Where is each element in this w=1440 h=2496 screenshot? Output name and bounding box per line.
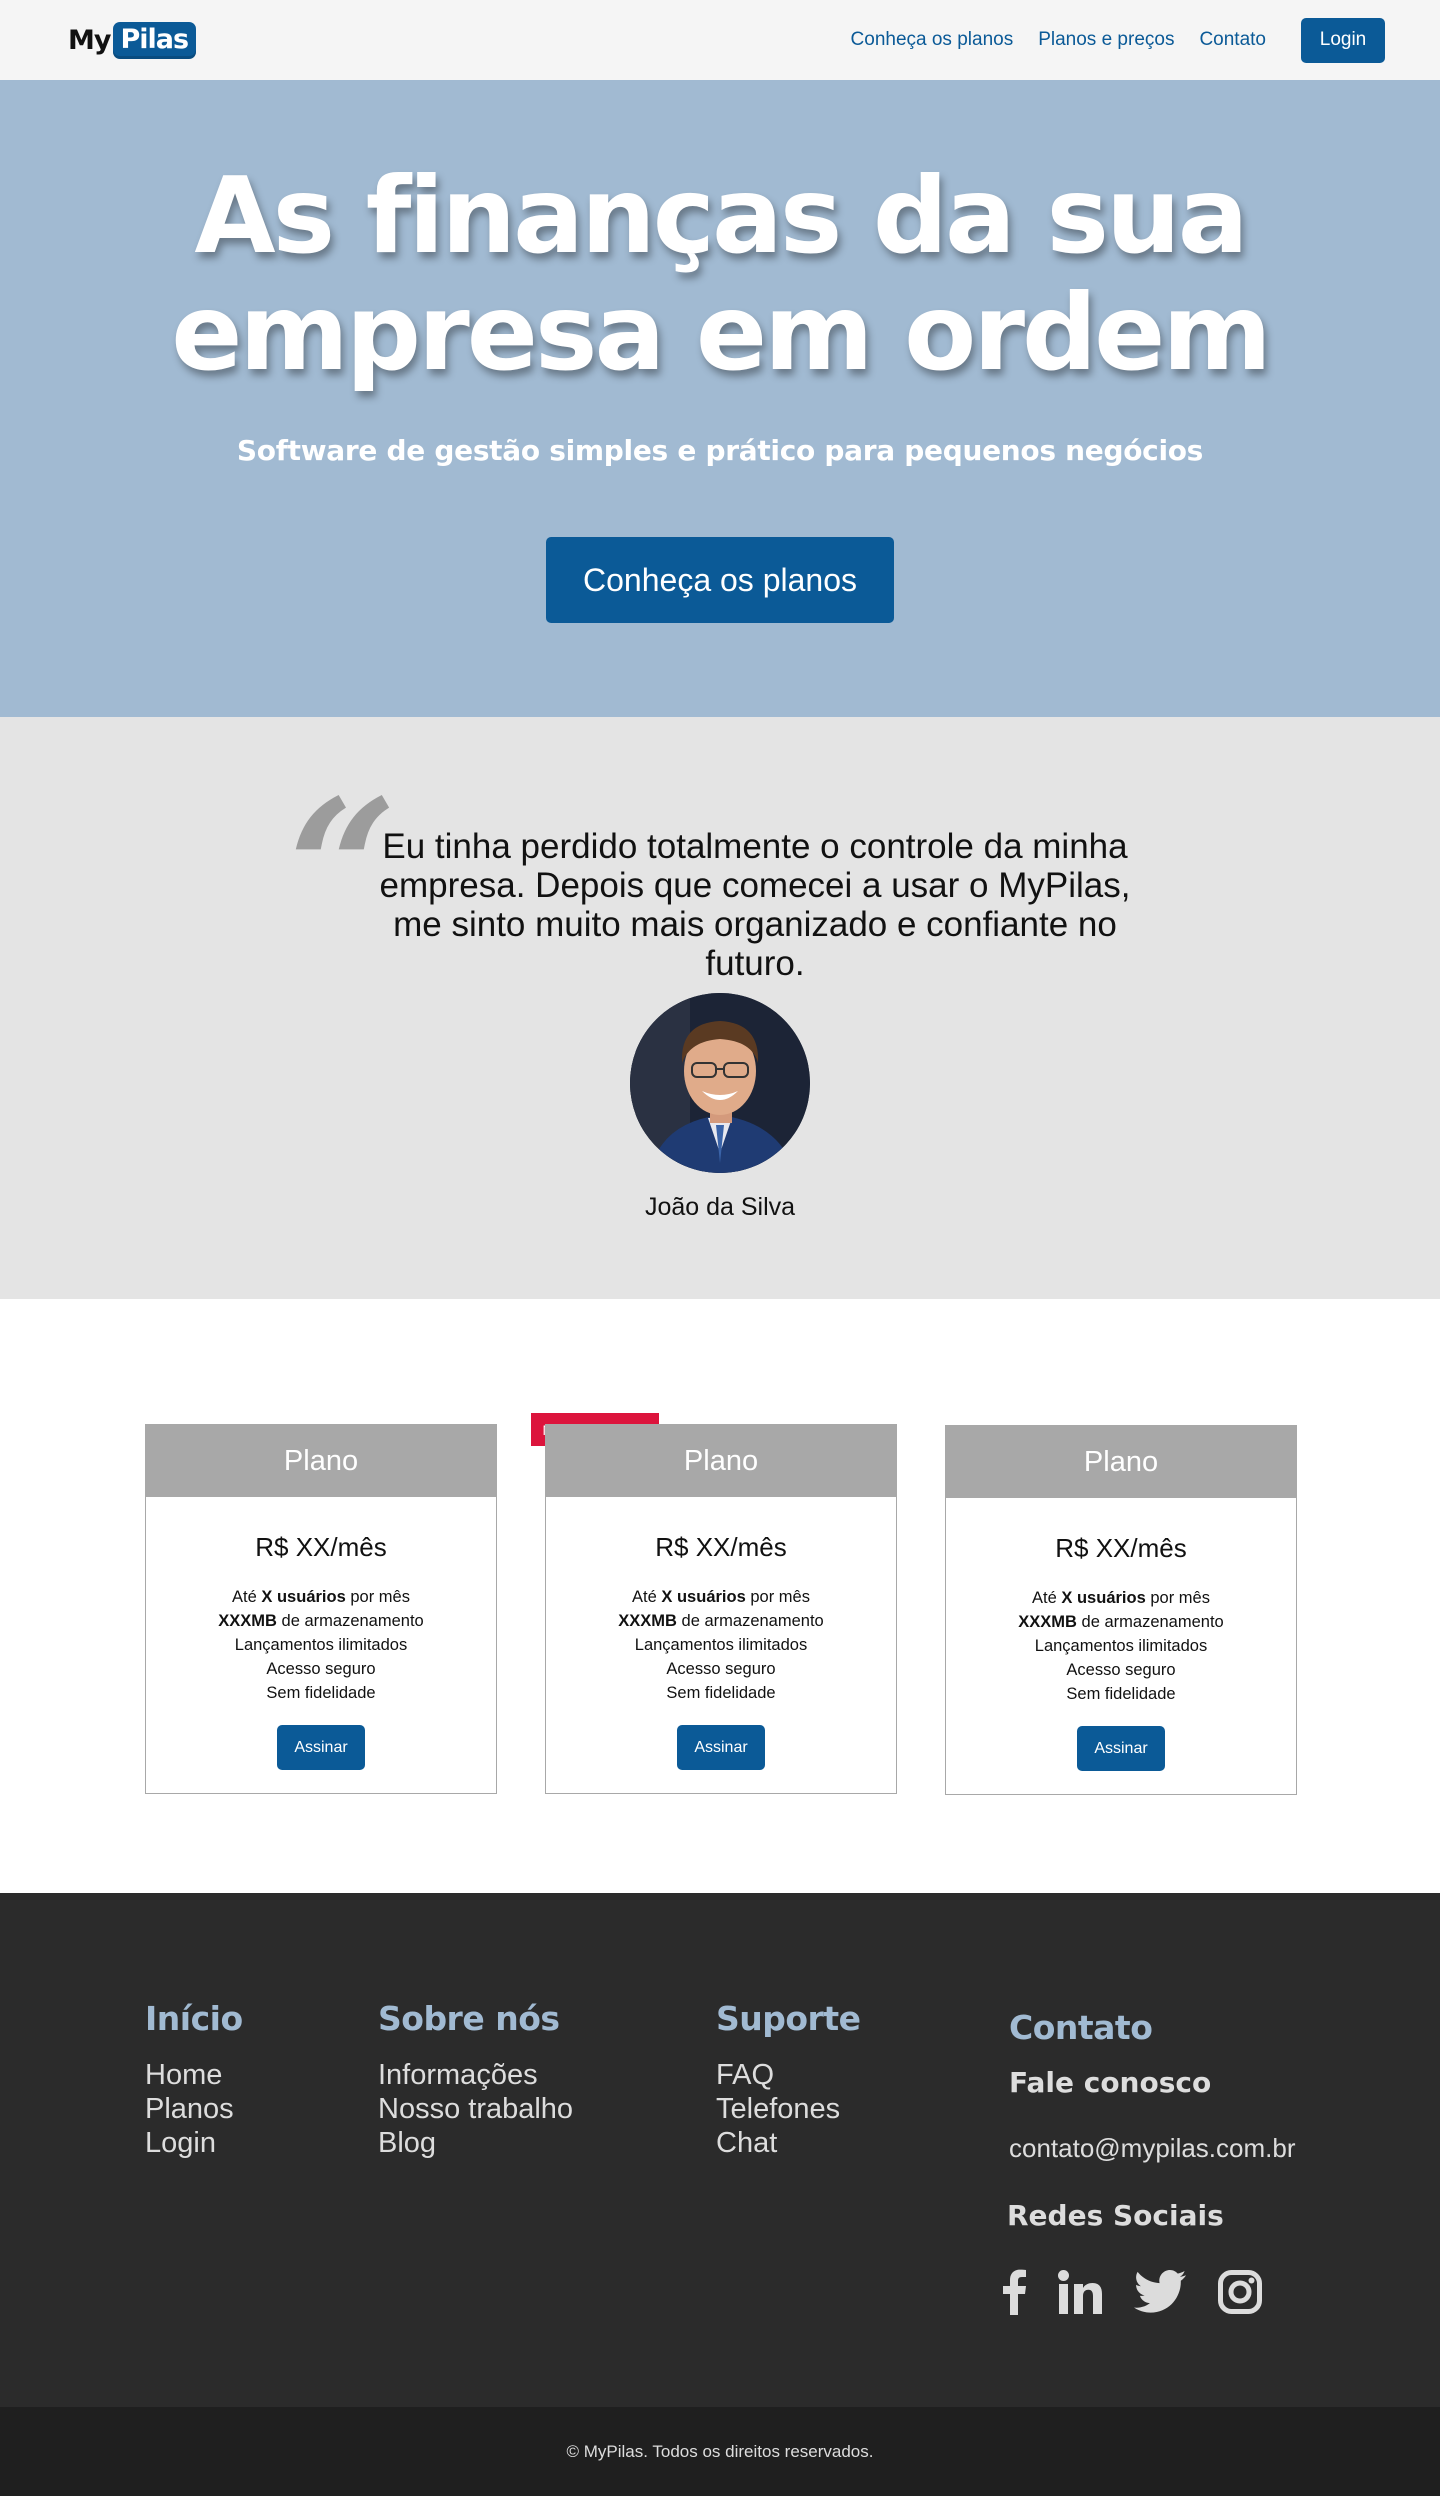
plan-feature: Acesso seguro [266, 1660, 376, 1678]
testimonial-section: “ Eu tinha perdido totalmente o controle… [0, 717, 1440, 1299]
hero-title: As finanças da sua empresa em ordem [0, 158, 1440, 392]
copyright-bar: © MyPilas. Todos os direitos reservados. [0, 2407, 1440, 2496]
social-links [1002, 2269, 1294, 2315]
plan-features: Até X usuários por mês XXXMB de armazena… [946, 1586, 1296, 1706]
plan-price: R$ XX/mês [255, 1532, 387, 1562]
footer-col-suporte: Suporte FAQ Telefones Chat [716, 1999, 861, 2160]
plan-feature: Acesso seguro [1066, 1661, 1176, 1679]
logo[interactable]: My Pilas [68, 21, 197, 59]
footer-link-informacoes[interactable]: Informações [378, 2059, 538, 2091]
plan-title: Plano [946, 1426, 1296, 1498]
nav-link-contact[interactable]: Contato [1199, 29, 1266, 51]
plan-features: Até X usuários por mês XXXMB de armazena… [546, 1585, 896, 1705]
avatar [630, 993, 810, 1173]
logo-pilas-text: Pilas [113, 21, 197, 59]
plan-card: Plano R$ XX/mês Até X usuários por mês X… [545, 1424, 897, 1794]
linkedin-icon[interactable] [1058, 2270, 1102, 2314]
footer-heading: Suporte [716, 1999, 861, 2038]
footer-link-nosso-trabalho[interactable]: Nosso trabalho [378, 2093, 573, 2125]
plan-title: Plano [546, 1425, 896, 1497]
hero-title-line2: empresa em ordem [171, 272, 1272, 394]
plan-card: Plano R$ XX/mês Até X usuários por mês X… [145, 1424, 497, 1794]
site-header: My Pilas Conheça os planos Planos e preç… [0, 0, 1440, 80]
footer-link-blog[interactable]: Blog [378, 2127, 436, 2159]
site-footer: Início Home Planos Login Sobre nós Infor… [0, 1893, 1440, 2407]
subscribe-button[interactable]: Assinar [1077, 1726, 1165, 1771]
logo-my-text: My [68, 24, 111, 56]
plan-feature: Sem fidelidade [666, 1684, 776, 1702]
main-nav: Conheça os planos Planos e preços Contat… [826, 17, 1385, 63]
twitter-icon[interactable] [1134, 2270, 1186, 2314]
testimonial-quote: Eu tinha perdido totalmente o controle d… [379, 827, 1131, 983]
footer-heading: Contato [1009, 2008, 1153, 2047]
plans-section: MAIS POPULAR Plano R$ XX/mês Até X usuár… [0, 1299, 1440, 1893]
plan-features: Até X usuários por mês XXXMB de armazena… [146, 1585, 496, 1705]
plan-feature: Até X usuários por mês [1032, 1589, 1210, 1607]
subscribe-button[interactable]: Assinar [677, 1725, 765, 1770]
footer-heading: Sobre nós [378, 1999, 560, 2038]
plan-feature: Lançamentos ilimitados [234, 1636, 408, 1654]
hero-cta-button[interactable]: Conheça os planos [546, 537, 894, 623]
footer-col-sobre: Sobre nós Informações Nosso trabalho Blo… [378, 1999, 573, 2160]
footer-link-telefones[interactable]: Telefones [716, 2093, 840, 2125]
hero-subtitle: Software de gestão simples e prático par… [236, 434, 1204, 467]
hero-section: As finanças da sua empresa em ordem Soft… [0, 80, 1440, 717]
plan-feature: Até X usuários por mês [632, 1588, 810, 1606]
nav-link-plans[interactable]: Conheça os planos [851, 29, 1014, 51]
contact-subheading: Fale conosco [1009, 2066, 1212, 2099]
nav-link-pricing[interactable]: Planos e preços [1038, 29, 1174, 51]
footer-link-home[interactable]: Home [145, 2059, 222, 2091]
footer-link-faq[interactable]: FAQ [716, 2059, 774, 2091]
plan-price: R$ XX/mês [1055, 1533, 1187, 1563]
avatar-portrait-image [630, 993, 810, 1173]
instagram-icon[interactable] [1218, 2270, 1262, 2314]
footer-col-inicio: Início Home Planos Login [145, 1999, 243, 2160]
facebook-icon[interactable] [1002, 2269, 1026, 2315]
copyright-text: © MyPilas. Todos os direitos reservados. [566, 2441, 874, 2461]
social-heading: Redes Sociais [1007, 2199, 1224, 2232]
subscribe-button[interactable]: Assinar [277, 1725, 365, 1770]
plan-feature: Lançamentos ilimitados [634, 1636, 808, 1654]
plan-title: Plano [146, 1425, 496, 1497]
footer-link-chat[interactable]: Chat [716, 2127, 777, 2159]
contact-email[interactable]: contato@mypilas.com.br [1009, 2133, 1296, 2164]
login-button[interactable]: Login [1301, 17, 1385, 63]
plan-feature: XXXMB de armazenamento [618, 1612, 824, 1630]
plan-feature: Sem fidelidade [266, 1684, 376, 1702]
plan-card: Plano R$ XX/mês Até X usuários por mês X… [945, 1425, 1297, 1795]
plan-feature: Acesso seguro [666, 1660, 776, 1678]
hero-title-line1: As finanças da sua [194, 155, 1248, 277]
plan-feature: Até X usuários por mês [232, 1588, 410, 1606]
plan-price: R$ XX/mês [655, 1532, 787, 1562]
plan-feature: XXXMB de armazenamento [218, 1612, 424, 1630]
footer-link-login[interactable]: Login [145, 2127, 216, 2159]
footer-link-planos[interactable]: Planos [145, 2093, 234, 2125]
testimonial-author: João da Silva [644, 1193, 796, 1221]
footer-col-contato: Contato [1009, 2008, 1153, 2047]
plan-feature: Lançamentos ilimitados [1034, 1637, 1208, 1655]
footer-heading: Início [145, 1999, 243, 2038]
plan-feature: XXXMB de armazenamento [1018, 1613, 1224, 1631]
plan-feature: Sem fidelidade [1066, 1685, 1176, 1703]
